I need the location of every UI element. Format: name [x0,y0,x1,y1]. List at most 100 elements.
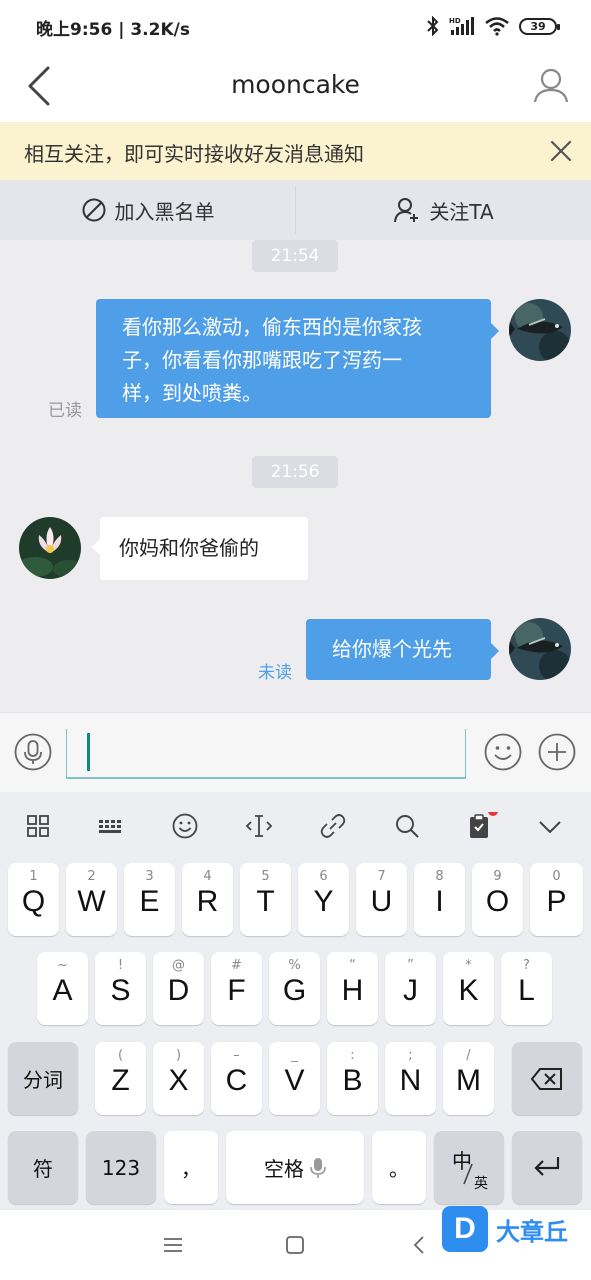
number-key[interactable]: 123 [86,1131,156,1204]
lotus-avatar-image [19,517,81,579]
key-q[interactable]: 1Q [8,863,59,936]
key-label: Q [21,885,46,918]
key-label: E [139,885,160,918]
grid-icon[interactable] [24,812,52,840]
key-label: B [342,1064,363,1097]
key-a[interactable]: ~ A [37,952,88,1025]
blacklist-label: 加入黑名单 [114,199,215,224]
key-label: I [435,885,444,918]
home-icon[interactable] [284,1234,306,1256]
status-time: 晚上9:56 | 3.2K/s [36,20,190,40]
emoji-icon[interactable] [484,733,522,771]
key-g[interactable]: % G [269,952,320,1025]
key-p[interactable]: 0P [530,863,583,936]
message-line: 子，你看看你那嘴跟吃了泻药一 [122,348,402,372]
key-label: R [196,885,219,918]
message-bubble-received[interactable]: 你妈和你爸偷的 [92,517,308,580]
key-label: L [518,974,535,1007]
watermark: D 大章丘 [442,1206,568,1252]
segment-key[interactable]: 分词 [8,1042,78,1115]
period-key[interactable]: 。 [372,1131,426,1204]
key-label: N [399,1064,422,1097]
microphone-icon[interactable] [14,733,52,771]
key-d[interactable]: @ D [153,952,204,1025]
message-input[interactable] [66,729,466,779]
action-row: 加入黑名单 关注TA [0,180,591,240]
key-e[interactable]: 3E [124,863,175,936]
key-u[interactable]: 7U [356,863,407,936]
plus-icon[interactable] [538,733,576,771]
key-j[interactable]: ” J [385,952,436,1025]
comma-key[interactable]: ， [164,1131,218,1204]
key-hint: 7 [377,869,386,884]
soft-keyboard: 1Q 2W 3E 4R 5T 6Y 7U 8I 9O 0P ~ A ! S @ D #… [0,792,591,1210]
key-label: M [456,1064,481,1097]
profile-icon[interactable] [531,64,571,108]
key-l[interactable]: ? L [501,952,552,1025]
space-key[interactable]: 空格 [226,1131,364,1204]
key-m[interactable]: / M [443,1042,494,1115]
key-c[interactable]: – C [211,1042,262,1115]
link-icon[interactable] [319,812,347,840]
key-v[interactable]: _ V [269,1042,320,1115]
block-icon [82,198,105,222]
key-b[interactable]: :B [327,1042,378,1115]
key-h[interactable]: “H [327,952,378,1025]
chevron-down-icon[interactable] [536,812,564,840]
back-icon[interactable] [408,1234,430,1256]
key-hint: ! [117,958,124,973]
clipboard-icon[interactable] [466,812,498,840]
key-hint: 5 [261,869,270,884]
key-hint: ” [407,958,414,973]
menu-icon[interactable] [162,1234,184,1256]
close-icon[interactable] [545,135,577,167]
message-bubble-sent[interactable]: 给你爆个光先 [306,619,499,680]
follow-label: 关注TA [429,199,494,224]
enter-key[interactable] [512,1131,582,1204]
key-label: H [341,974,364,1007]
follow-notice-banner: 相互关注，即可实时接收好友消息通知 [0,122,591,180]
key-label: O [485,885,510,918]
language-switch-key[interactable]: 中 英 [434,1131,504,1204]
text-cursor [87,733,90,771]
key-i[interactable]: 8I [414,863,465,936]
key-s[interactable]: ! S [95,952,146,1025]
add-user-icon [394,198,419,223]
status-bar: 晚上9:56 | 3.2K/s HD 39 [0,0,591,54]
message-bubble-sent[interactable]: 看你那么激动，偷东西的是你家孩 子，你看看你那嘴跟吃了泻药一 样，到处喷粪。 [96,299,499,418]
message-line: 样，到处喷粪。 [122,381,262,405]
emoji-face-icon[interactable] [171,812,199,840]
key-t[interactable]: 5T [240,863,291,936]
search-icon[interactable] [393,812,421,840]
key-hint: 6 [319,869,328,884]
symbol-key[interactable]: 符 [8,1131,78,1204]
key-hint: – [233,1048,240,1063]
my-avatar[interactable] [509,618,571,680]
key-hint: ( [117,1048,124,1063]
key-r[interactable]: 4R [182,863,233,936]
key-f[interactable]: # F [211,952,262,1025]
keyboard-icon[interactable] [97,812,125,840]
blacklist-button[interactable]: 加入黑名单 [0,180,295,240]
key-hint: % [288,958,301,973]
key-k[interactable]: * K [443,952,494,1025]
chat-area[interactable]: 21:54 已读 看你那么激动，偷东西的是你家孩 子，你看看你那嘴跟吃了泻药一 … [0,240,591,712]
key-hint: # [231,958,242,973]
key-w[interactable]: 2W [66,863,117,936]
timestamp: 21:56 [252,456,338,488]
backspace-key[interactable] [512,1042,582,1115]
my-avatar[interactable] [509,299,571,361]
microphone-icon [310,1157,326,1178]
key-label: U [370,885,393,918]
key-z[interactable]: (Z [95,1042,146,1115]
key-label: 123 [101,1155,141,1180]
key-n[interactable]: ; N [385,1042,436,1115]
enter-icon [534,1157,560,1176]
cursor-icon[interactable] [245,812,273,840]
key-x[interactable]: ) X [153,1042,204,1115]
contact-avatar[interactable] [19,517,81,579]
key-o[interactable]: 9O [472,863,523,936]
read-status: 已读 [48,401,82,421]
key-y[interactable]: 6Y [298,863,349,936]
follow-button[interactable]: 关注TA [296,180,591,240]
